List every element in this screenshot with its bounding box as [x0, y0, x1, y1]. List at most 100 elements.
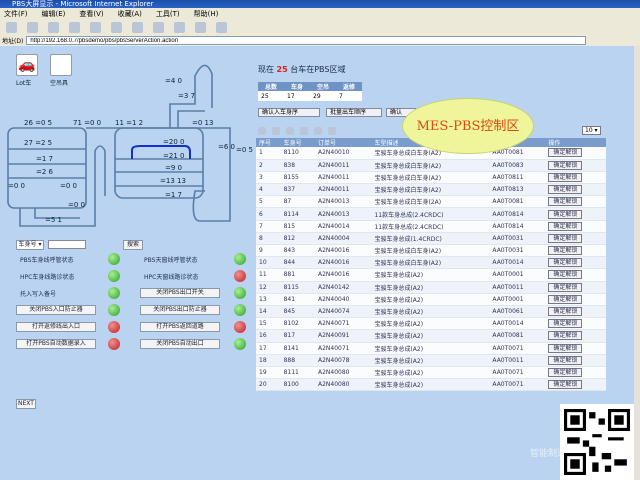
page-size-select[interactable]: 10 ▾ — [582, 126, 601, 135]
table-row[interactable]: 10 844 A2N40016 宝骏车身总成白车身(A2) AA0T0014 确定解锁 — [256, 256, 606, 270]
table-cell: 宝骏车身总成白车身(A2) — [371, 171, 490, 185]
export-icon[interactable] — [328, 127, 336, 135]
unlock-button[interactable]: 确定解锁 — [548, 185, 583, 195]
unlock-button[interactable]: 确定解锁 — [548, 233, 583, 243]
print-icon[interactable] — [195, 22, 206, 33]
table-row[interactable]: 13 841 A2N40040 宝骏车身总成(A2) AA0T0001 确定解锁 — [256, 293, 606, 306]
delete-icon[interactable] — [300, 127, 308, 135]
menu-file[interactable]: 文件(F) — [4, 8, 28, 20]
table-cell: 881 — [280, 268, 315, 282]
unlock-button[interactable]: 确定解锁 — [548, 172, 583, 182]
home-icon[interactable] — [90, 22, 101, 33]
search-input[interactable] — [48, 240, 86, 249]
menu-view[interactable]: 查看(V) — [79, 8, 103, 20]
unlock-button[interactable]: 确定解锁 — [548, 246, 583, 256]
forward-icon[interactable] — [27, 22, 38, 33]
unlock-button[interactable]: 确定解锁 — [548, 160, 583, 170]
mini-header: 车身 — [284, 82, 310, 91]
unlock-button[interactable]: 确定解锁 — [548, 258, 583, 268]
table-row[interactable]: 11 881 A2N40016 宝骏车身总成(A2) AA0T0001 确定解锁 — [256, 268, 606, 282]
control-button[interactable]: 关闭PBS出口防止器 — [140, 305, 220, 315]
back-icon[interactable] — [6, 22, 17, 33]
unlock-button[interactable]: 确定解锁 — [548, 197, 583, 207]
table-row[interactable]: 3 8155 A2N40011 宝骏车身总成白车身(A2) AA0T0811 确定解锁 — [256, 171, 606, 185]
search-button[interactable]: 搜索 — [123, 240, 143, 250]
unlock-button[interactable]: 确定解锁 — [548, 307, 583, 317]
table-row[interactable]: 6 8114 A2N40013 11款车身总成(2.4CRDC) AA0T0814 确定解… — [256, 207, 606, 221]
table-row[interactable]: 5 87 A2N40013 宝骏车身总成白车身(2A) AA0T0081 确定解锁 — [256, 195, 606, 209]
column-header[interactable]: 操作 — [545, 138, 606, 147]
unlock-button[interactable]: 确定解锁 — [548, 282, 583, 292]
table-row[interactable]: 18 888 A2N40078 宝骏车身总成(A2) AA0T0011 确定解锁 — [256, 354, 606, 367]
buffer-count: =4 0 — [165, 77, 182, 85]
table-cell: 8110 — [280, 147, 315, 160]
menu-help[interactable]: 帮助(H) — [194, 8, 219, 20]
unlock-button[interactable]: 确定解锁 — [548, 209, 583, 219]
edit-icon[interactable] — [216, 22, 227, 33]
unlock-button[interactable]: 确定解锁 — [548, 355, 583, 365]
unlock-button[interactable]: 确定解锁 — [548, 221, 583, 231]
favorites-icon[interactable] — [132, 22, 143, 33]
table-cell: 17 — [256, 342, 281, 355]
refresh-icon[interactable] — [69, 22, 80, 33]
batch-exit-button[interactable]: 批量出车顺序 — [326, 108, 382, 117]
menu-favorites[interactable]: 收藏(A) — [118, 8, 142, 20]
table-row[interactable]: 12 8115 A2N40142 宝骏车身总成(A2) AA0T0011 确定解锁 — [256, 281, 606, 294]
table-cell: 2 — [256, 159, 281, 172]
table-row[interactable]: 8 812 A2N40004 宝骏车身总成(1.4CRDC) AA0T0031 确定解锁 — [256, 232, 606, 246]
search-icon[interactable] — [111, 22, 122, 33]
vertical-scrollbar[interactable] — [634, 46, 640, 480]
search-select[interactable]: 车身号 ▾ — [16, 240, 44, 250]
table-row[interactable]: 16 817 A2N40091 宝骏车身总成(A2) AA0T0081 确定解锁 — [256, 329, 606, 343]
address-input[interactable] — [26, 36, 587, 45]
edit-icon[interactable] — [272, 127, 280, 135]
table-cell: 20 — [256, 378, 281, 392]
table-cell: AA0T0811 — [489, 171, 546, 185]
action-cell: 确定解锁 — [545, 354, 606, 367]
unlock-button[interactable]: 确定解锁 — [548, 331, 583, 341]
table-cell: 8 — [256, 232, 281, 246]
table-row[interactable]: 14 845 A2N40074 宝骏车身总成(A2) AA0T0061 确定解锁 — [256, 305, 606, 319]
unlock-button[interactable]: 确定解锁 — [548, 380, 583, 390]
control-button[interactable]: 关闭PBS出口开关 — [140, 288, 220, 298]
table-row[interactable]: 2 838 A2N40011 宝骏车身总成白车身(A2) AA0T0083 确定解锁 — [256, 159, 606, 172]
menu-edit[interactable]: 编辑(E) — [42, 8, 66, 20]
table-row[interactable]: 20 8100 A2N40080 宝骏车身总成(A2) AA0T0071 确定解锁 — [256, 378, 606, 392]
control-button[interactable]: 打开返修线出入口 — [16, 322, 96, 332]
unlock-button[interactable]: 确定解锁 — [548, 367, 583, 377]
column-header[interactable]: 车身号 — [280, 138, 315, 147]
table-row[interactable]: 9 843 A2N40016 宝骏车身总成白车身(A2) AA0T0031 确定解锁 — [256, 244, 606, 258]
stop-icon[interactable] — [48, 22, 59, 33]
next-button[interactable]: NEXT — [16, 399, 36, 409]
table-row[interactable]: 7 815 A2N40014 11款车身总成(2.4CRDC) AA0T0814 确定解锁 — [256, 220, 606, 233]
column-header[interactable]: 订单号 — [314, 138, 372, 147]
save-icon[interactable] — [286, 127, 294, 135]
control-button[interactable]: 打开PBS自动数据录入 — [16, 339, 96, 349]
confirm-sequence-button[interactable]: 确认入车身序 — [258, 108, 320, 117]
mail-icon[interactable] — [174, 22, 185, 33]
unlock-button[interactable]: 确定解锁 — [548, 343, 583, 353]
history-icon[interactable] — [153, 22, 164, 33]
table-cell: 宝骏车身总成白车身(A2) — [371, 256, 490, 270]
green-status-lamp-icon — [108, 287, 120, 299]
table-row[interactable]: 19 8111 A2N40080 宝骏车身总成(A2) AA0T0071 确定解锁 — [256, 366, 606, 380]
mini-value: 25 — [258, 91, 284, 101]
control-button[interactable]: 关闭PBS入口防止器 — [16, 305, 96, 315]
unlock-button[interactable]: 确定解锁 — [548, 319, 583, 329]
unlock-button[interactable]: 确定解锁 — [548, 270, 583, 280]
refresh-icon[interactable] — [314, 127, 322, 135]
menu-tools[interactable]: 工具(T) — [156, 8, 180, 20]
table-row[interactable]: 17 8141 A2N40071 宝骏车身总成(A2) AA0T0071 确定解锁 — [256, 342, 606, 355]
table-cell: 15 — [256, 317, 281, 331]
table-row[interactable]: 15 8102 A2N40071 宝骏车身总成(A2) AA0T0014 确定解锁 — [256, 317, 606, 331]
table-row[interactable]: 4 837 A2N40011 宝骏车身总成白车身(A2) AA0T0813 确定解锁 — [256, 183, 606, 197]
lot-car-tile[interactable]: 🚗 — [16, 54, 38, 76]
control-button[interactable]: 打开PBS返回道路 — [140, 322, 220, 332]
unlock-button[interactable]: 确定解锁 — [548, 294, 583, 304]
empty-hanger-tile[interactable] — [50, 54, 72, 76]
add-icon[interactable] — [258, 127, 266, 135]
table-cell: A2N40071 — [314, 317, 372, 331]
control-button[interactable]: 关闭PBS自动出口 — [140, 339, 220, 349]
unlock-button[interactable]: 确定解锁 — [548, 148, 583, 158]
column-header[interactable]: 序号 — [256, 138, 281, 147]
